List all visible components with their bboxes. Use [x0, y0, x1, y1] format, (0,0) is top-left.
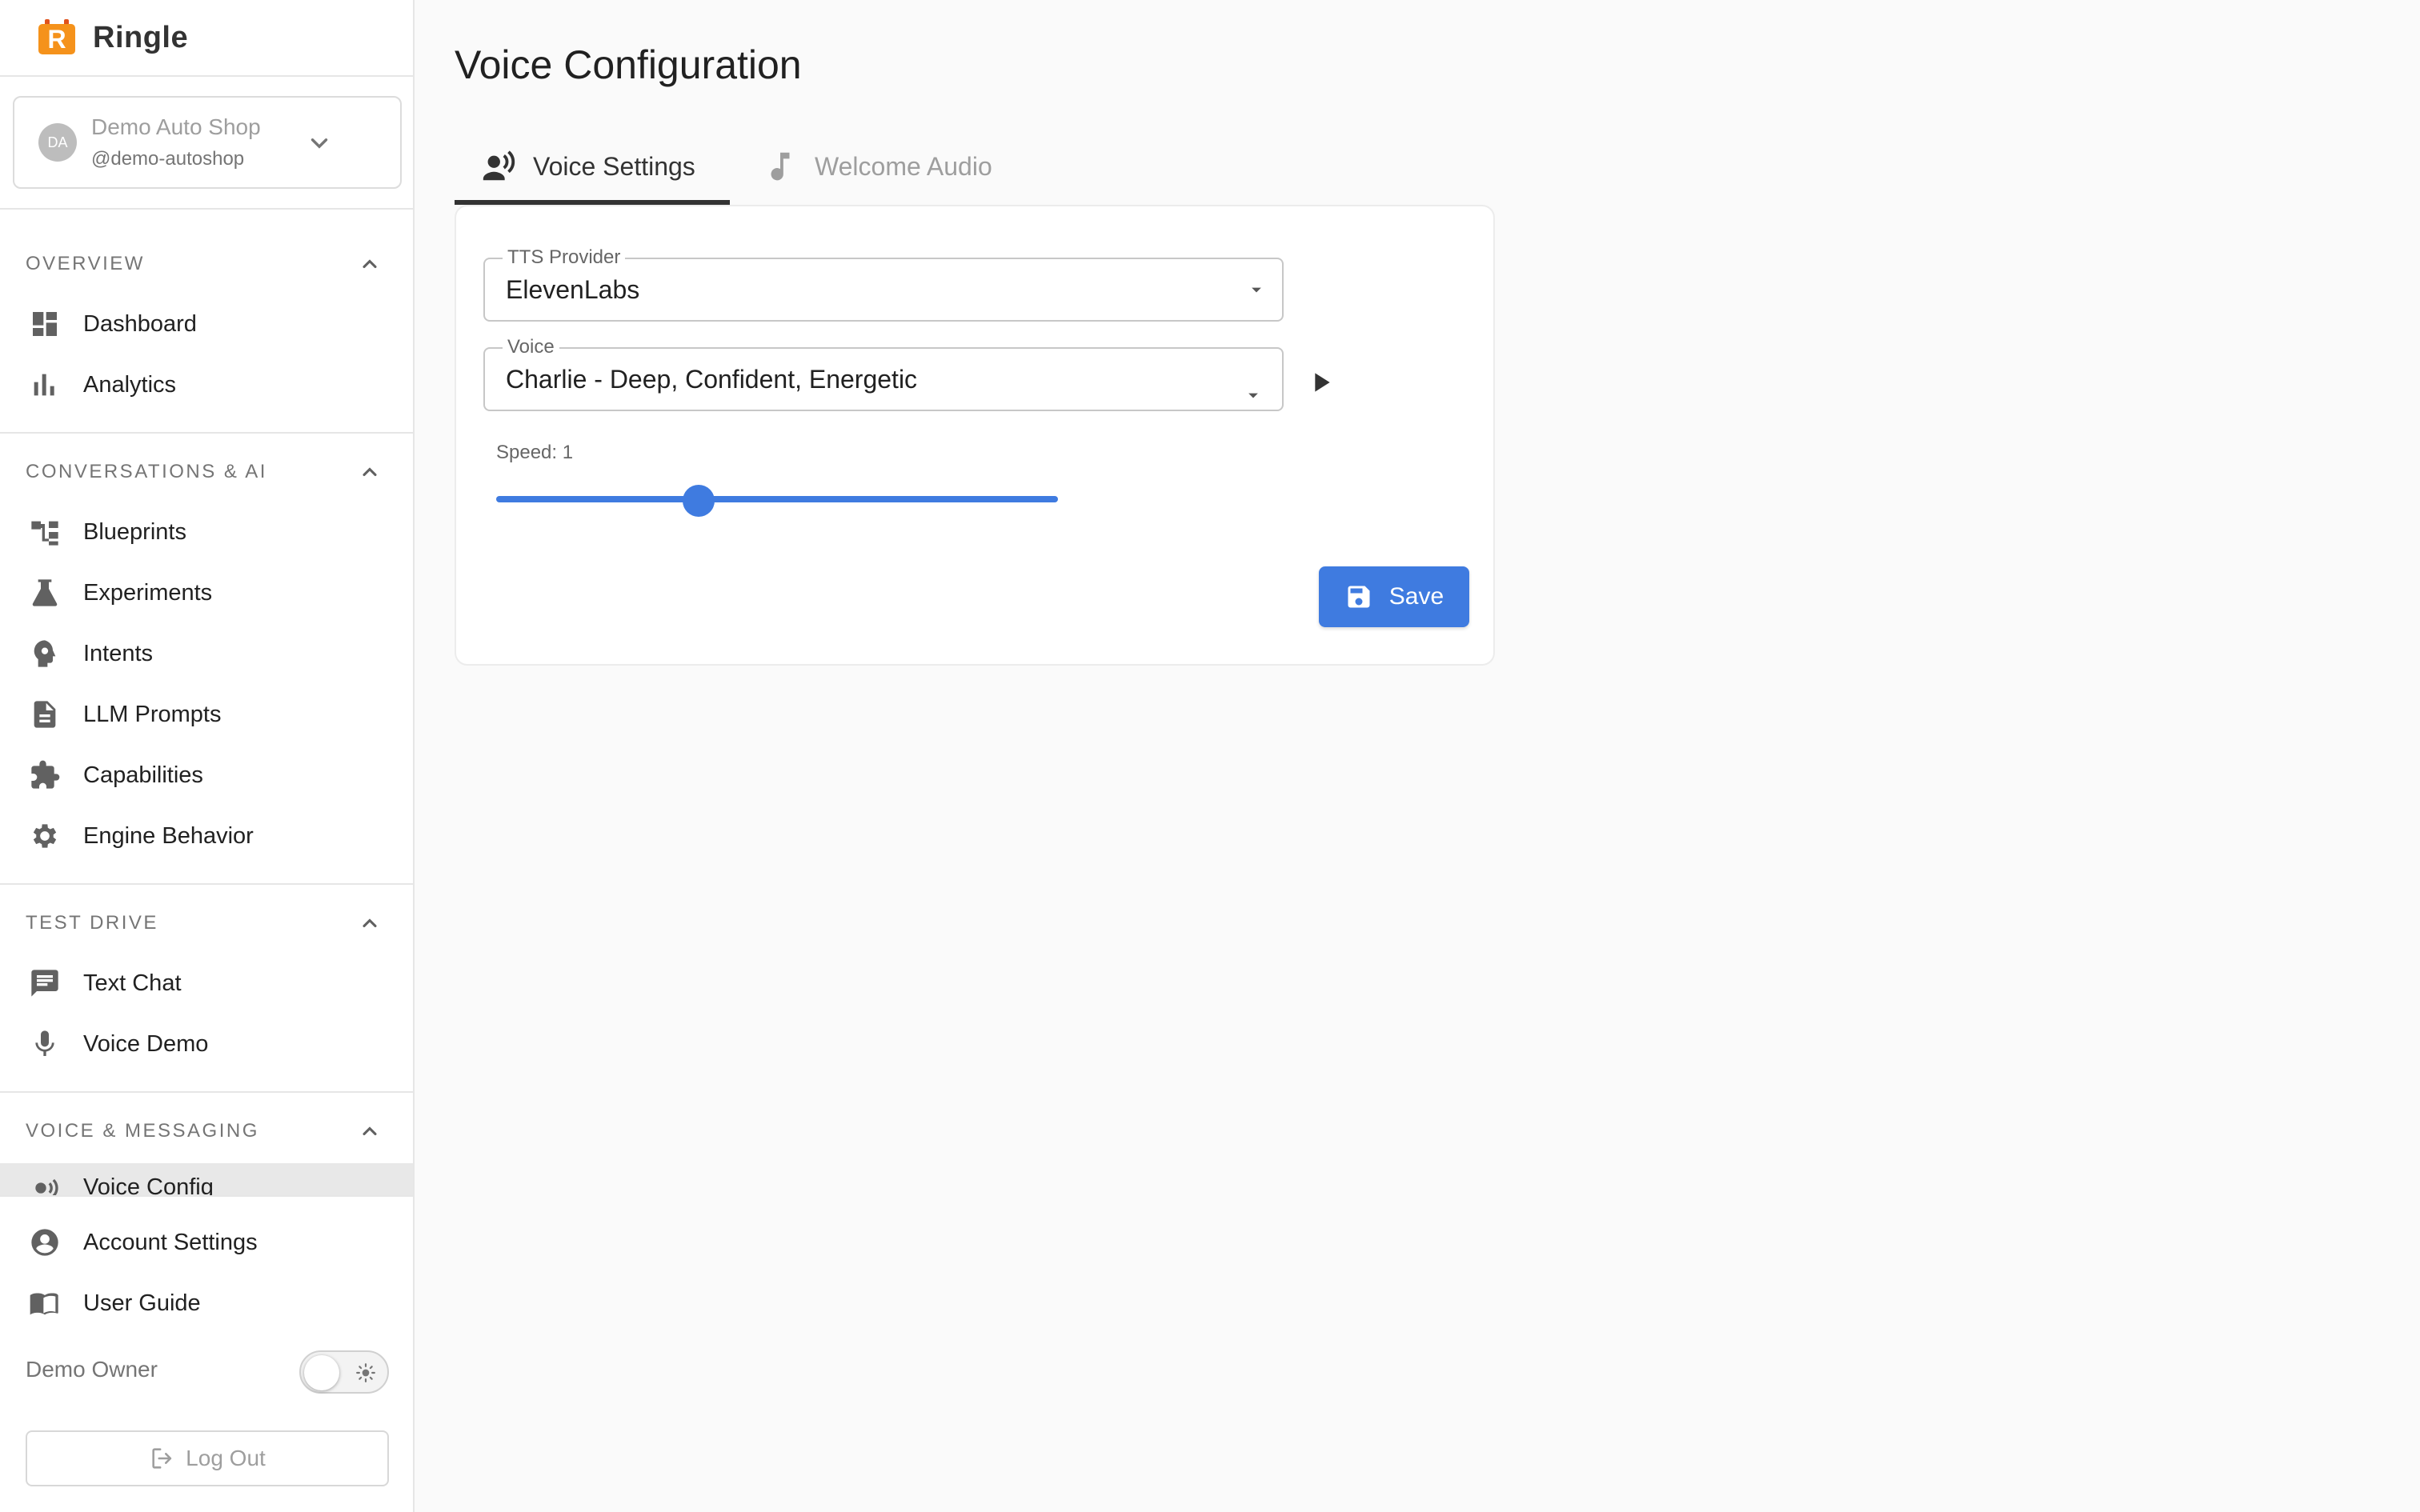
owner-row: Demo Owner: [26, 1346, 389, 1394]
brain-icon: [27, 636, 62, 671]
chat-icon: [27, 966, 62, 1001]
sidebar-item-voice-demo[interactable]: Voice Demo: [0, 1018, 413, 1070]
sidebar-item-experiments[interactable]: Experiments: [0, 566, 413, 619]
sidebar-item-blueprints[interactable]: Blueprints: [0, 506, 413, 558]
sidebar: R Ringle DA Demo Auto Shop @demo-autosho…: [0, 0, 415, 1512]
brand-name: Ringle: [93, 20, 189, 54]
divider: [0, 883, 413, 885]
flowchart-icon: [27, 514, 62, 550]
chevron-down-icon: [311, 138, 328, 149]
sidebar-item-intents[interactable]: Intents: [0, 627, 413, 680]
section-test-drive: TEST DRIVE: [0, 907, 413, 939]
sidebar-item-analytics[interactable]: Analytics: [0, 358, 413, 411]
divider: [0, 432, 413, 434]
toggle-knob: [304, 1355, 339, 1390]
brand-logo-icon: R: [38, 19, 75, 54]
voice-value: Charlie - Deep, Confident, Energetic: [506, 365, 918, 394]
account-handle: @demo-autoshop: [91, 148, 245, 170]
section-header-conversations-ai[interactable]: CONVERSATIONS & AI: [0, 456, 413, 488]
voice-settings-card: TTS Provider ElevenLabs Voice Charlie - …: [455, 205, 1495, 666]
section-header-overview[interactable]: OVERVIEW: [0, 248, 413, 280]
dashboard-icon: [27, 306, 62, 342]
tab-voice-settings[interactable]: Voice Settings: [480, 128, 695, 205]
sidebar-item-llm-prompts[interactable]: LLM Prompts: [0, 688, 413, 741]
section-header-test-drive[interactable]: TEST DRIVE: [0, 907, 413, 939]
sidebar-item-capabilities[interactable]: Capabilities: [0, 749, 413, 802]
sidebar-item-account-settings[interactable]: Account Settings: [0, 1216, 413, 1269]
bar-chart-icon: [27, 367, 62, 402]
avatar: DA: [38, 123, 77, 162]
caret-down-icon: [1248, 393, 1258, 398]
section-header-voice-messaging[interactable]: VOICE & MESSAGING: [0, 1115, 413, 1147]
account-switcher[interactable]: DA Demo Auto Shop @demo-autoshop: [13, 96, 402, 189]
voice-icon: [27, 1174, 62, 1195]
account-circle-icon: [27, 1225, 62, 1260]
sun-icon: [356, 1363, 375, 1382]
microphone-icon: [27, 1026, 62, 1062]
chevron-up-icon: [363, 259, 377, 269]
tts-provider-value: ElevenLabs: [506, 275, 640, 304]
theme-toggle[interactable]: [299, 1350, 389, 1394]
divider: [0, 1091, 413, 1093]
account-name: Demo Auto Shop: [91, 114, 261, 139]
divider: [0, 1195, 413, 1197]
brand-header: R Ringle: [0, 0, 413, 77]
chevron-up-icon: [363, 1126, 377, 1136]
voice-select[interactable]: Voice Charlie - Deep, Confident, Energet…: [483, 336, 1284, 411]
flask-icon: [27, 575, 62, 610]
tabs: Voice Settings Welcome Audio: [455, 128, 1495, 205]
logout-button[interactable]: Log Out: [26, 1430, 389, 1486]
slider-track: [496, 496, 1058, 502]
speed-label: Speed: 1: [496, 442, 574, 463]
sidebar-item-dashboard[interactable]: Dashboard: [0, 298, 413, 350]
music-note-icon: [771, 152, 790, 181]
svg-text:R: R: [47, 25, 66, 54]
puzzle-icon: [27, 758, 62, 793]
slider-thumb[interactable]: [682, 485, 715, 517]
sidebar-item-user-guide[interactable]: User Guide: [0, 1277, 413, 1330]
speed-slider[interactable]: [496, 478, 1058, 526]
divider: [0, 208, 413, 210]
chevron-up-icon: [363, 918, 377, 928]
section-voice-messaging: VOICE & MESSAGING: [0, 1115, 413, 1147]
document-icon: [27, 697, 62, 732]
chevron-up-icon: [363, 467, 377, 477]
owner-label: Demo Owner: [26, 1357, 158, 1382]
sidebar-item-engine-behavior[interactable]: Engine Behavior: [0, 810, 413, 862]
section-overview: OVERVIEW: [0, 248, 413, 280]
logout-icon: [152, 1448, 172, 1469]
save-button[interactable]: Save: [1319, 566, 1469, 627]
save-icon: [1348, 586, 1370, 608]
tab-welcome-audio[interactable]: Welcome Audio: [762, 128, 992, 205]
voice-person-icon: [483, 150, 515, 181]
gear-icon: [27, 818, 62, 854]
sidebar-item-voice-config[interactable]: Voice Config: [0, 1163, 413, 1195]
book-icon: [27, 1286, 62, 1321]
caret-down-icon: [1252, 287, 1261, 293]
sidebar-item-text-chat[interactable]: Text Chat: [0, 957, 413, 1010]
page-title: Voice Configuration: [455, 42, 802, 87]
play-icon[interactable]: [1304, 366, 1336, 398]
section-conversations-ai: CONVERSATIONS & AI: [0, 456, 413, 488]
tts-provider-select[interactable]: TTS Provider ElevenLabs: [483, 246, 1284, 322]
